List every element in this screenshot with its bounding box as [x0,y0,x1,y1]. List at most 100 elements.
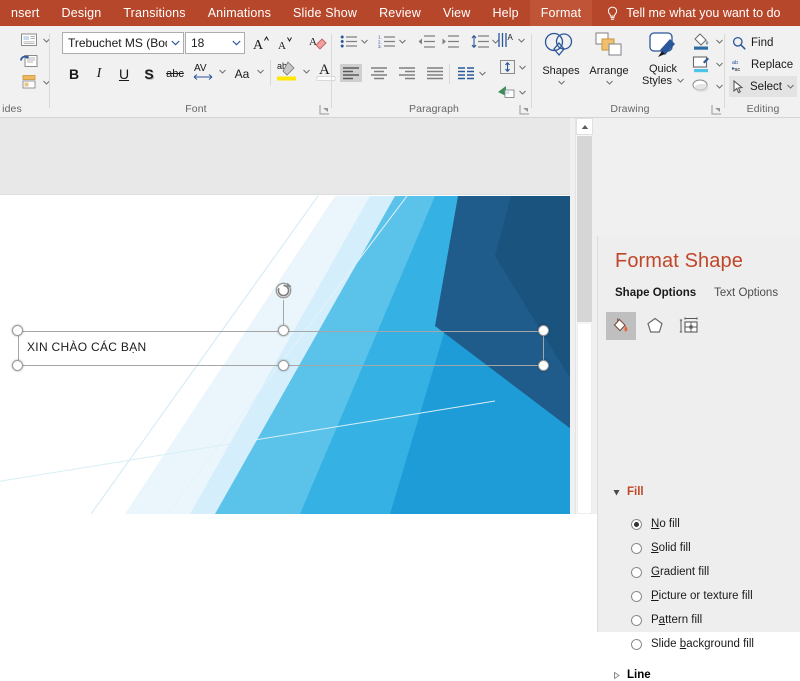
radio-label: Slide background fill [651,638,754,650]
chevron-down-icon[interactable] [303,68,310,75]
scroll-up-button[interactable] [576,118,593,135]
ribbon-tab-insert[interactable]: nsert [0,0,51,26]
shapes-icon [544,32,573,57]
resize-handle-top-left[interactable] [12,325,23,336]
chevron-down-icon [716,62,723,67]
section-header-line[interactable]: Line [613,669,651,681]
resize-handle-top-center[interactable] [278,325,289,336]
radio-slide-background-fill[interactable]: Slide background fill [631,632,754,656]
ribbon-tab-format[interactable]: Format [529,0,593,26]
numbering-button[interactable]: 1. 2. 3. [378,34,406,49]
resize-handle-bottom-center[interactable] [278,360,289,371]
radio-gradient-fill[interactable]: Gradient fill [631,560,754,584]
tab-shape-options[interactable]: Shape Options [615,287,696,299]
font-dialog-launcher[interactable] [319,104,330,115]
fill-line-icon[interactable] [606,312,636,340]
chevron-down-icon [677,78,684,83]
ribbon-tab-transitions[interactable]: Transitions [112,0,196,26]
ribbon-tab-help[interactable]: Help [481,0,529,26]
text-shadow-button[interactable]: S [139,62,159,86]
clear-formatting-button[interactable]: A [306,31,330,55]
slide-layout-button[interactable] [20,74,50,90]
scroll-track-lower[interactable] [577,324,592,514]
group-separator [49,34,50,108]
resize-handle-bottom-right[interactable] [538,360,549,371]
convert-to-smartart-button[interactable] [497,84,526,100]
ribbon-tab-design[interactable]: Design [51,0,113,26]
align-right-button[interactable] [398,66,416,80]
replace-button[interactable]: ab ac Replace [729,54,796,75]
vertical-scrollbar[interactable] [575,118,593,514]
selected-textbox[interactable]: XIN CHÀO CÁC BẠN [12,282,549,371]
character-spacing-button[interactable]: AV [191,59,217,83]
chevron-down-icon [479,71,486,76]
text-direction-button[interactable]: A [497,32,525,48]
ribbon-tab-animations[interactable]: Animations [197,0,282,26]
radio-no-fill[interactable]: No fill [631,512,754,536]
font-name-value: Trebuchet MS (Bod [68,36,167,50]
font-name-combo[interactable]: Trebuchet MS (Bod [62,32,184,54]
text-highlight-button[interactable]: ab [274,59,300,83]
chevron-down-icon[interactable] [219,68,226,75]
align-left-button[interactable] [340,64,362,82]
shape-fill-button[interactable] [691,32,723,50]
section-header-fill[interactable]: Fill [613,486,644,498]
quick-styles-button[interactable]: Quick Styles [637,31,689,87]
effects-pentagon-icon[interactable] [640,312,670,340]
tab-text-options[interactable]: Text Options [714,287,778,299]
increase-indent-button[interactable] [441,34,459,49]
slide-canvas[interactable]: XIN CHÀO CÁC BẠN [0,118,570,514]
group-separator [531,34,532,108]
size-properties-icon[interactable] [674,312,704,340]
fill-radio-group: No fill Solid fill Gradient fill Picture… [631,512,754,656]
document-area: XIN CHÀO CÁC BẠN Format Shape Shape Opti… [0,118,800,681]
resize-handle-bottom-left[interactable] [12,360,23,371]
reset-slide-button[interactable] [20,53,39,69]
radio-solid-fill[interactable]: Solid fill [631,536,754,560]
strikethrough-button[interactable]: abc [162,62,188,86]
chevron-down-icon[interactable] [257,68,264,75]
rotate-handle[interactable] [274,281,293,300]
drawing-dialog-launcher[interactable] [711,104,722,115]
align-text-button[interactable] [499,59,526,75]
italic-button[interactable]: I [89,62,109,86]
align-center-button[interactable] [370,66,388,80]
bold-button[interactable]: B [64,62,84,86]
chevron-down-icon [167,40,183,46]
text-direction-icon: A [498,33,514,47]
tab-label: Animations [207,5,272,20]
change-case-button[interactable]: Aa [230,62,254,86]
find-button[interactable]: Find [729,32,776,53]
justify-button[interactable] [426,66,444,80]
bullets-button[interactable] [340,34,368,49]
change-case-glyph: Aa [234,67,250,81]
tell-me-box[interactable]: Tell me what you want to do [606,6,781,21]
shape-effects-button[interactable] [691,78,723,94]
paragraph-dialog-launcher[interactable] [519,104,530,115]
font-size-combo[interactable]: 18 [185,32,245,54]
group-separator [449,64,450,84]
ribbon-tab-view[interactable]: View [432,0,481,26]
radio-pattern-fill[interactable]: Pattern fill [631,608,754,632]
decrease-font-size-button[interactable]: A [274,31,296,55]
clear-formatting-icon: A [309,36,327,50]
increase-font-size-button[interactable]: A [250,31,272,55]
select-button[interactable]: Select [729,76,797,97]
shape-outline-button[interactable] [691,55,723,73]
decrease-indent-button[interactable] [417,34,435,49]
tab-label: nsert [11,5,40,20]
new-slide-button[interactable] [20,32,50,48]
line-spacing-button[interactable] [471,34,499,49]
ribbon-tab-review[interactable]: Review [368,0,432,26]
radio-button [631,638,642,650]
arrange-button[interactable]: Arrange [586,31,632,86]
resize-handle-top-right[interactable] [538,325,549,336]
shapes-button[interactable]: Shapes [538,31,584,86]
scroll-thumb[interactable] [577,136,592,322]
radio-picture-fill[interactable]: Picture or texture fill [631,584,754,608]
ribbon-tab-slide-show[interactable]: Slide Show [282,0,368,26]
underline-button[interactable]: U [114,62,134,86]
section-label-line: Line [627,669,651,681]
columns-button[interactable] [457,66,486,80]
grow-font-icon: A [253,35,269,52]
